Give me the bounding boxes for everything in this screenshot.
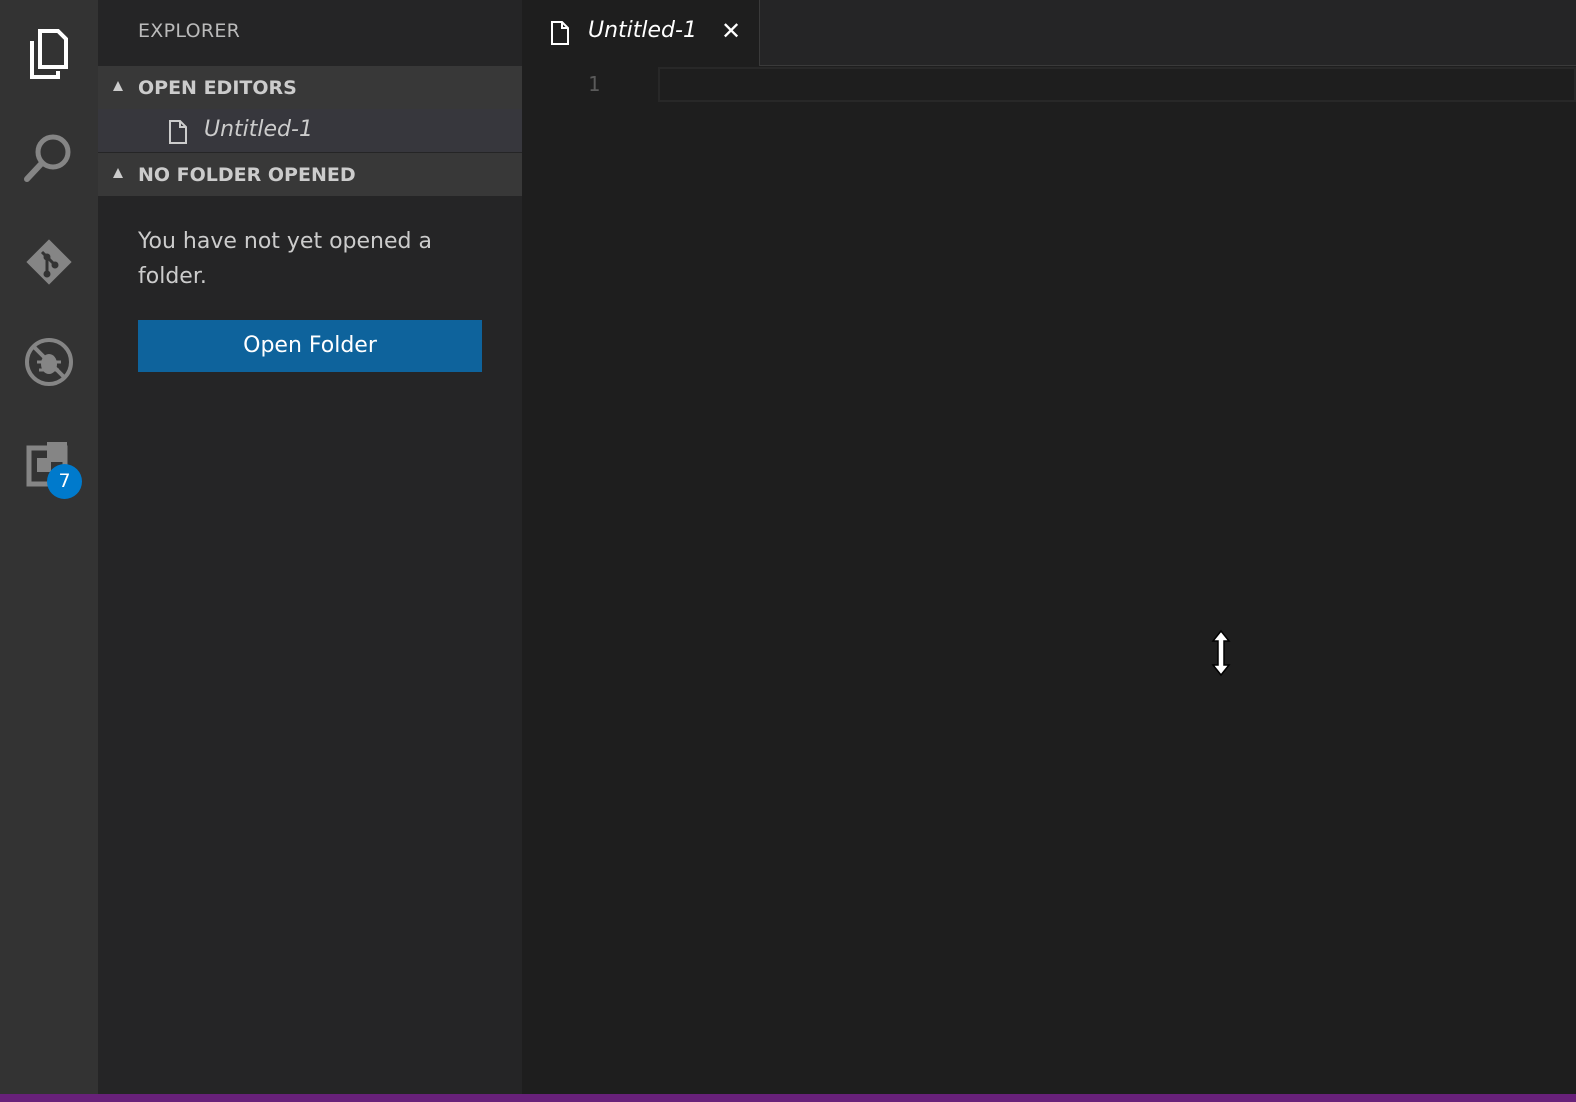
files-icon <box>30 29 68 79</box>
git-icon <box>26 239 72 285</box>
collapse-triangle-icon <box>113 81 123 91</box>
section-label: NO FOLDER OPENED <box>138 163 356 186</box>
vscode-window: 7 EXPLORER OPEN EDITORS Untitled-1 NO FO… <box>0 0 1576 1102</box>
search-icon <box>24 134 71 182</box>
activity-source-control[interactable] <box>0 210 98 314</box>
close-icon[interactable]: ✕ <box>720 18 742 44</box>
debug-icon <box>25 338 73 386</box>
activity-search[interactable] <box>0 106 98 210</box>
tab-label: Untitled-1 <box>588 18 697 43</box>
section-label: OPEN EDITORS <box>138 76 297 99</box>
file-icon <box>551 21 569 45</box>
sidebar-title: EXPLORER <box>138 20 241 42</box>
file-icon <box>169 120 187 144</box>
extensions-badge: 7 <box>47 464 82 499</box>
open-editor-item[interactable]: Untitled-1 <box>98 109 522 152</box>
status-bar <box>0 1094 1576 1102</box>
editor-area[interactable]: Untitled-1 ✕ 1 <box>522 0 1576 1094</box>
open-folder-button[interactable]: Open Folder <box>138 320 482 372</box>
collapse-triangle-icon <box>113 168 123 178</box>
resize-cursor-icon <box>1211 629 1231 677</box>
no-folder-message: You have not yet opened a folder. <box>138 229 432 289</box>
activity-extensions[interactable] <box>0 412 98 516</box>
line-number: 1 <box>588 72 601 96</box>
current-line-highlight[interactable] <box>658 67 1576 102</box>
explorer-sidebar: EXPLORER OPEN EDITORS Untitled-1 NO FOLD… <box>98 0 522 1094</box>
activity-debug[interactable] <box>0 310 98 414</box>
no-folder-header[interactable]: NO FOLDER OPENED <box>98 153 522 196</box>
activity-bar: 7 <box>0 0 98 1094</box>
open-editors-header[interactable]: OPEN EDITORS <box>98 66 522 109</box>
open-editor-name: Untitled-1 <box>204 117 313 142</box>
tab-untitled-1[interactable]: Untitled-1 ✕ <box>522 0 760 66</box>
activity-explorer[interactable] <box>0 2 98 106</box>
tab-strip: Untitled-1 ✕ <box>522 0 1576 66</box>
